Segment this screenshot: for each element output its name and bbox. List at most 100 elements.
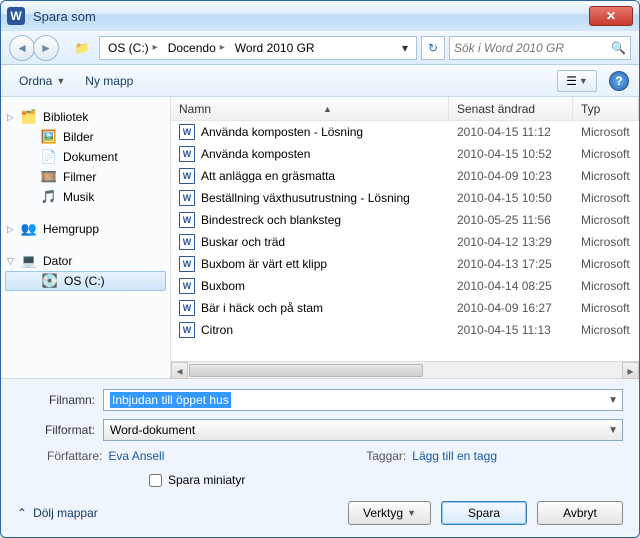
sidebar-label: OS (C:) xyxy=(64,274,105,288)
file-list: Namn▲ Senast ändrad Typ WAnvända kompost… xyxy=(171,97,639,378)
hide-folders-label: Dölj mappar xyxy=(33,506,98,520)
new-folder-button[interactable]: Ny mapp xyxy=(77,70,141,92)
cancel-label: Avbryt xyxy=(563,506,597,520)
pictures-icon: 🖼️ xyxy=(41,130,57,144)
filetype-value: Word-dokument xyxy=(110,423,195,437)
file-date: 2010-04-15 11:13 xyxy=(449,323,573,337)
sidebar-label: Hemgrupp xyxy=(43,222,99,236)
search-box[interactable]: 🔍 xyxy=(449,36,631,60)
file-type: Microsoft xyxy=(573,147,639,161)
word-doc-icon: W xyxy=(179,146,195,162)
word-doc-icon: W xyxy=(179,124,195,140)
author-value[interactable]: Eva Ansell xyxy=(108,449,164,463)
list-view-icon: ☰ xyxy=(566,74,577,88)
file-name: Använda komposten xyxy=(201,147,310,161)
sidebar-videos[interactable]: 🎞️Filmer xyxy=(1,167,170,187)
tools-button[interactable]: Verktyg▼ xyxy=(348,501,431,525)
file-name: Buxbom xyxy=(201,279,245,293)
file-type: Microsoft xyxy=(573,191,639,205)
file-name: Bär i häck och på stam xyxy=(201,301,323,315)
file-type: Microsoft xyxy=(573,169,639,183)
refresh-button[interactable]: ↻ xyxy=(421,36,445,60)
sidebar-label: Dator xyxy=(43,254,72,268)
cancel-button[interactable]: Avbryt xyxy=(537,501,623,525)
file-name: Buxbom är värt ett klipp xyxy=(201,257,327,271)
organize-button[interactable]: Ordna▼ xyxy=(11,70,73,92)
sidebar-drive-os-c[interactable]: 💽 OS (C:) xyxy=(5,271,166,291)
view-options-button[interactable]: ☰▼ xyxy=(557,70,597,92)
breadcrumb-label: Docendo xyxy=(168,41,216,55)
file-row[interactable]: WBuxbom2010-04-14 08:25Microsoft xyxy=(171,275,639,297)
scroll-left-button[interactable]: ◂ xyxy=(171,362,188,379)
breadcrumb-segment[interactable]: Docendo▸ xyxy=(164,39,229,57)
horizontal-scrollbar[interactable]: ◂ ▸ xyxy=(171,361,639,378)
new-folder-label: Ny mapp xyxy=(85,74,133,88)
file-row[interactable]: WAtt anlägga en gräsmatta2010-04-09 10:2… xyxy=(171,165,639,187)
file-date: 2010-04-09 16:27 xyxy=(449,301,573,315)
expand-icon: ▷ xyxy=(7,112,14,123)
file-type: Microsoft xyxy=(573,257,639,271)
breadcrumb-label: OS (C:) xyxy=(108,41,149,55)
help-button[interactable]: ? xyxy=(609,71,629,91)
scrollbar-thumb[interactable] xyxy=(189,364,423,377)
chevron-down-icon: ▼ xyxy=(579,76,588,86)
file-row[interactable]: WBuxbom är värt ett klipp2010-04-13 17:2… xyxy=(171,253,639,275)
homegroup-icon: 👥 xyxy=(21,222,37,236)
breadcrumb-segment[interactable]: Word 2010 GR xyxy=(231,39,319,57)
filetype-label: Filformat: xyxy=(17,423,103,437)
sidebar-music[interactable]: 🎵Musik xyxy=(1,187,170,207)
file-row[interactable]: WAnvända komposten - Lösning2010-04-15 1… xyxy=(171,121,639,143)
sidebar-label: Filmer xyxy=(63,170,96,184)
breadcrumb-segment[interactable]: OS (C:) ▸ xyxy=(104,39,162,57)
close-button[interactable]: ✕ xyxy=(589,6,633,26)
file-row[interactable]: WBindestreck och blanksteg2010-05-25 11:… xyxy=(171,209,639,231)
file-date: 2010-04-15 10:50 xyxy=(449,191,573,205)
file-type: Microsoft xyxy=(573,125,639,139)
file-row[interactable]: WBeställning växthusutrustning - Lösning… xyxy=(171,187,639,209)
column-modified[interactable]: Senast ändrad xyxy=(449,97,573,120)
chevron-right-icon: ▸ xyxy=(153,42,158,53)
file-row[interactable]: WBuskar och träd2010-04-12 13:29Microsof… xyxy=(171,231,639,253)
scroll-right-button[interactable]: ▸ xyxy=(622,362,639,379)
chevron-down-icon[interactable]: ▼ xyxy=(608,395,618,406)
filetype-select[interactable]: Word-dokument ▼ xyxy=(103,419,623,441)
back-button[interactable]: ◄ xyxy=(9,35,35,61)
column-type[interactable]: Typ xyxy=(573,97,639,120)
file-date: 2010-04-12 13:29 xyxy=(449,235,573,249)
sidebar-label: Bibliotek xyxy=(43,110,88,124)
search-input[interactable] xyxy=(454,41,611,55)
breadcrumb-label: Word 2010 GR xyxy=(235,41,315,55)
file-date: 2010-04-15 11:12 xyxy=(449,125,573,139)
tags-value[interactable]: Lägg till en tagg xyxy=(412,449,497,463)
column-label: Namn xyxy=(179,102,211,116)
sidebar-label: Bilder xyxy=(63,130,94,144)
forward-button[interactable]: ► xyxy=(33,35,59,61)
file-date: 2010-04-15 10:52 xyxy=(449,147,573,161)
hide-folders-button[interactable]: ⌃Dölj mappar xyxy=(17,506,98,520)
sidebar-documents[interactable]: 📄Dokument xyxy=(1,147,170,167)
window-title: Spara som xyxy=(33,9,589,24)
chevron-down-icon: ▼ xyxy=(608,425,618,436)
file-type: Microsoft xyxy=(573,235,639,249)
sidebar-homegroup[interactable]: ▷👥Hemgrupp xyxy=(1,219,170,239)
sidebar-libraries[interactable]: ▷🗂️Bibliotek xyxy=(1,107,170,127)
breadcrumb[interactable]: OS (C:) ▸ Docendo▸ Word 2010 GR ▾ xyxy=(99,36,417,60)
sort-indicator-icon: ▲ xyxy=(323,104,332,114)
file-date: 2010-04-14 08:25 xyxy=(449,279,573,293)
sidebar-computer[interactable]: ▽💻Dator xyxy=(1,251,170,271)
music-icon: 🎵 xyxy=(41,190,57,204)
word-doc-icon: W xyxy=(179,278,195,294)
drive-icon: 💽 xyxy=(42,274,58,288)
sidebar-pictures[interactable]: 🖼️ Bilder xyxy=(1,127,170,147)
breadcrumb-dropdown[interactable]: ▾ xyxy=(398,41,412,55)
file-row[interactable]: W Använda komposten 2010-04-15 10:52Micros… xyxy=(171,143,639,165)
file-row[interactable]: WBär i häck och på stam2010-04-09 16:27M… xyxy=(171,297,639,319)
file-type: Microsoft xyxy=(573,301,639,315)
save-thumbnail-checkbox[interactable] xyxy=(149,474,162,487)
word-doc-icon: W xyxy=(179,190,195,206)
column-name[interactable]: Namn ▲ xyxy=(171,97,449,120)
file-name: Buskar och träd xyxy=(201,235,285,249)
filename-input[interactable]: Inbjudan till öppet hus ▼ xyxy=(103,389,623,411)
save-button[interactable]: Spara xyxy=(441,501,527,525)
file-row[interactable]: WCitron2010-04-15 11:13Microsoft xyxy=(171,319,639,341)
